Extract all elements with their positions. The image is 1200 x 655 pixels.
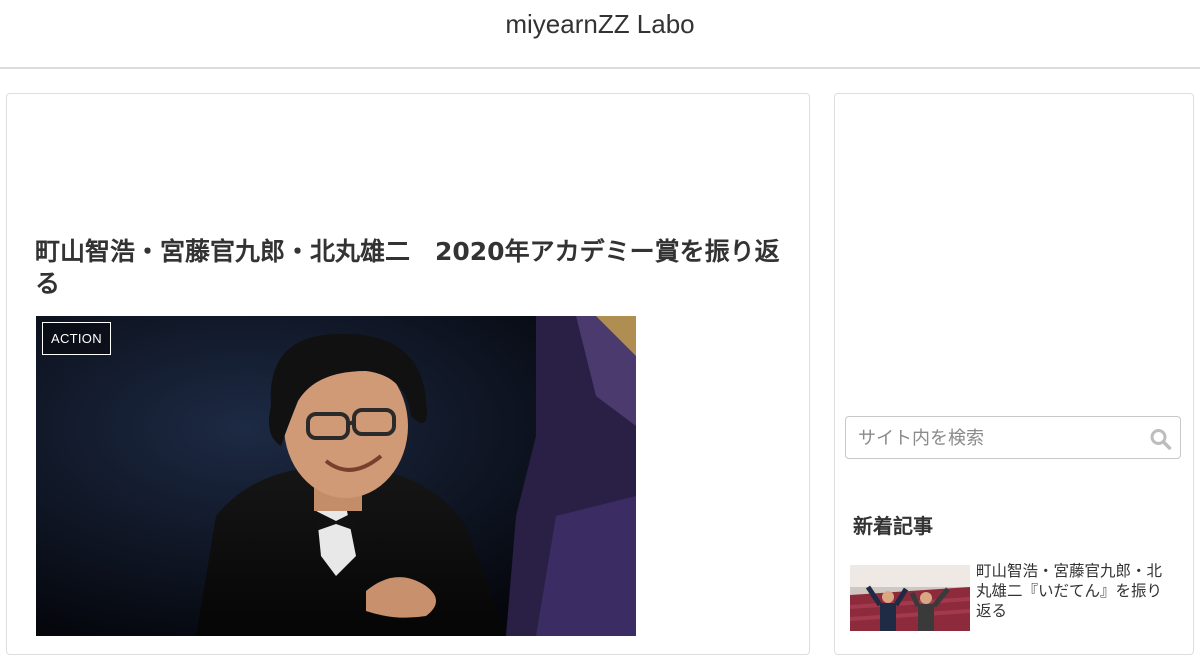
site-header: miyearnZZ Labo (0, 0, 1200, 69)
category-label[interactable]: ACTION (42, 322, 111, 355)
site-title-link[interactable]: miyearnZZ Labo (505, 9, 694, 40)
eyecatch-photo (36, 316, 636, 636)
new-entries-heading: 新着記事 (853, 514, 933, 538)
new-entry-thumbnail-photo (850, 565, 970, 631)
eyecatch-image[interactable]: ACTION (36, 316, 636, 636)
new-entry-card[interactable]: 町山智浩・宮藤官九郎・北丸雄二『いだてん』を振り返る (850, 562, 1185, 655)
new-entry-thumbnail (850, 565, 970, 631)
search-input[interactable] (846, 417, 1150, 460)
search-icon (1150, 429, 1172, 450)
search-form (845, 416, 1181, 460)
new-entry-title: 町山智浩・宮藤官九郎・北丸雄二『いだてん』を振り返る (976, 562, 1163, 620)
search-button[interactable] (1148, 426, 1174, 452)
article-title: 町山智浩・宮藤官九郎・北丸雄二 2020年アカデミー賞を振り返る (35, 237, 780, 298)
sidebar-card: 新着記事 町山智浩・宮藤官九郎・北丸雄二『いだてん』を振り返る (834, 93, 1194, 655)
